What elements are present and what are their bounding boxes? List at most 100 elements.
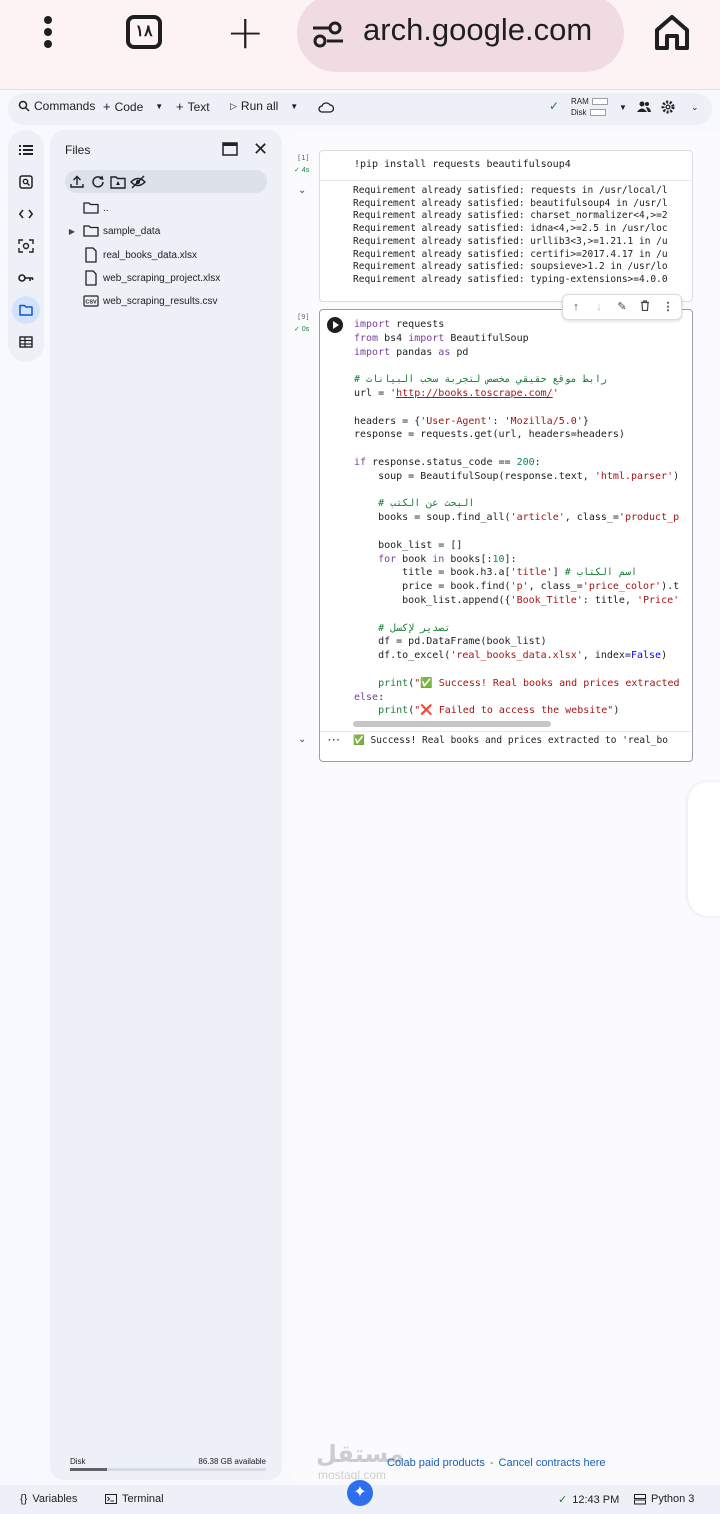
left-rail: [8, 130, 44, 362]
move-up-icon[interactable]: ↑: [569, 300, 583, 314]
file-icon: [85, 270, 97, 286]
kernel-label: Python 3: [651, 1493, 695, 1505]
file-name: ..: [103, 202, 109, 214]
ram-bar: [591, 98, 608, 106]
output-line: Requirement already satisfied: charset_n…: [353, 210, 668, 222]
cell-code[interactable]: import requests from bs4 import Beautifu…: [354, 318, 680, 718]
address-bar[interactable]: arch.google.com: [297, 0, 624, 72]
cell-status: ✓ 4s: [294, 166, 309, 174]
move-down-icon[interactable]: ↓: [592, 300, 606, 314]
commands-button[interactable]: Commands: [18, 99, 95, 113]
server-icon: [634, 1493, 646, 1504]
more-vert-icon[interactable]: ⋮: [661, 300, 675, 314]
file-item-parent[interactable]: ..: [65, 198, 109, 218]
ram-label: RAM: [571, 97, 589, 106]
file-icon: [85, 247, 97, 263]
close-icon[interactable]: ✕: [253, 140, 268, 158]
variables-button[interactable]: {} Variables: [20, 1493, 77, 1505]
side-panel-handle[interactable]: [688, 782, 720, 916]
svg-text:CSV: CSV: [85, 300, 97, 306]
footer-links: Colab paid products - Cancel contracts her…: [387, 1457, 606, 1469]
cloud-icon[interactable]: [318, 101, 334, 113]
upload-icon[interactable]: [69, 174, 85, 190]
chevron-down-icon[interactable]: ▼: [155, 102, 163, 111]
horizontal-scrollbar[interactable]: [353, 721, 551, 727]
gemini-spark-icon[interactable]: ✦: [347, 1480, 373, 1506]
edit-wand-icon[interactable]: ✎: [615, 300, 629, 314]
run-cell-button[interactable]: [327, 317, 343, 333]
output-line: Requirement already satisfied: typing-ex…: [353, 273, 668, 285]
files-folder-icon[interactable]: [12, 296, 40, 324]
files-toolbar: [65, 170, 267, 193]
file-item-web-scraping-project[interactable]: web_scraping_project.xlsx: [65, 268, 220, 288]
new-tab-icon[interactable]: +: [226, 9, 265, 55]
output-actions-icon[interactable]: ···: [328, 735, 341, 746]
secrets-key-icon[interactable]: [12, 264, 40, 292]
check-icon: ✓: [558, 1494, 568, 1506]
cancel-contracts-link[interactable]: Cancel contracts here: [499, 1457, 606, 1469]
paid-products-link[interactable]: Colab paid products: [387, 1457, 485, 1469]
tab-switcher-button[interactable]: ١٨: [126, 15, 162, 49]
run-all-label: Run all: [240, 99, 279, 113]
refresh-icon[interactable]: [90, 174, 106, 190]
collapse-output-icon[interactable]: ⌄: [298, 734, 306, 745]
expand-arrow-icon[interactable]: ▶: [65, 227, 79, 236]
file-item-real-books-data[interactable]: real_books_data.xlsx: [65, 245, 197, 265]
play-icon: ▷: [230, 100, 237, 111]
output-line: Requirement already satisfied: soupsieve…: [353, 261, 668, 273]
code-cell-1[interactable]: !pip install requests beautifulsoup4 Req…: [319, 150, 693, 302]
cell-output: ✅ Success! Real books and prices extract…: [353, 735, 668, 746]
plus-icon: +: [176, 99, 184, 114]
disk-bar: [589, 109, 606, 117]
chevron-down-icon[interactable]: ⌄: [691, 102, 699, 113]
file-name: web_scraping_project.xlsx: [103, 272, 221, 284]
variables-label: Variables: [32, 1493, 78, 1505]
hide-files-icon[interactable]: [130, 174, 146, 190]
mount-drive-icon[interactable]: [110, 174, 126, 190]
footer-separator: -: [489, 1457, 494, 1469]
file-item-web-scraping-results[interactable]: CSV web_scraping_results.csv: [65, 291, 218, 311]
chevron-down-icon[interactable]: ▼: [619, 103, 627, 112]
share-people-icon[interactable]: [637, 101, 651, 113]
table-of-contents-icon[interactable]: [12, 136, 40, 164]
code-snippets-icon[interactable]: [12, 200, 40, 228]
add-code-button[interactable]: + Code ▼: [103, 99, 163, 114]
collapse-output-icon[interactable]: ⌄: [298, 185, 306, 196]
gear-icon[interactable]: [661, 100, 675, 114]
open-in-tab-icon[interactable]: [222, 142, 238, 156]
chevron-down-icon[interactable]: ▼: [290, 102, 298, 111]
data-table-icon[interactable]: [12, 328, 40, 356]
more-menu-icon[interactable]: [30, 14, 66, 50]
find-replace-icon[interactable]: [12, 168, 40, 196]
site-settings-icon[interactable]: [311, 20, 345, 48]
delete-icon[interactable]: [638, 300, 652, 314]
search-icon: [18, 100, 30, 112]
variables-inspector-icon[interactable]: [12, 232, 40, 260]
kernel-button[interactable]: Python 3: [634, 1493, 694, 1505]
csv-file-icon: CSV: [83, 295, 99, 307]
terminal-icon: [105, 1494, 117, 1504]
disk-usage-bar: [70, 1468, 266, 1471]
file-item-sample-data[interactable]: ▶ sample_data: [65, 221, 160, 241]
cell-divider: [320, 731, 692, 732]
output-line: Requirement already satisfied: certifi>=…: [353, 248, 668, 260]
disk-usage-fill: [70, 1468, 108, 1471]
cell-duration: 4s: [301, 167, 310, 174]
terminal-button[interactable]: Terminal: [105, 1493, 164, 1505]
cell-code[interactable]: !pip install requests beautifulsoup4: [354, 158, 571, 172]
check-icon: ✓: [294, 167, 300, 174]
terminal-label: Terminal: [122, 1493, 164, 1505]
run-all-button[interactable]: ▷ Run all ▼: [230, 99, 298, 113]
watermark-latin: mostaql.com: [318, 1468, 387, 1482]
output-line: Requirement already satisfied: requests …: [353, 185, 668, 196]
add-text-button[interactable]: + Text: [176, 99, 210, 114]
files-title: Files: [65, 143, 91, 157]
code-cell-2[interactable]: import requests from bs4 import Beautifu…: [319, 309, 693, 762]
output-line: Requirement already satisfied: urllib3<3…: [353, 235, 668, 247]
add-code-label: Code: [114, 99, 144, 114]
disk-available: 86.38 GB available: [198, 1457, 266, 1466]
resource-monitor[interactable]: RAM Disk: [571, 96, 608, 118]
file-name: real_books_data.xlsx: [103, 249, 197, 261]
home-icon[interactable]: [652, 12, 692, 52]
cell-status: ✓ 0s: [294, 325, 309, 333]
